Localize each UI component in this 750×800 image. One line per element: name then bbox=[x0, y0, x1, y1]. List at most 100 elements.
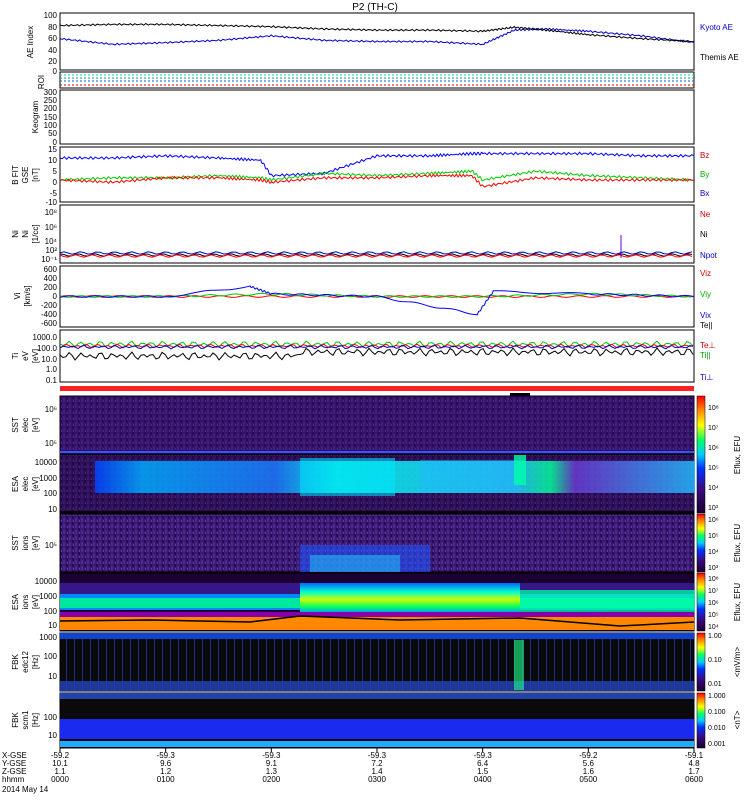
cbar-label: Eflux, EFU bbox=[733, 436, 742, 474]
sst-ion-ylabel-1: SST bbox=[11, 535, 20, 551]
fbk-scm-ylabel-2: scm1 bbox=[21, 710, 30, 730]
velocity-ylabel-2: [km/s] bbox=[23, 285, 32, 306]
bfield-panel: B FIT GSE [nT] 15 10 5 0 -5 -10 Bz By Bx bbox=[11, 145, 709, 207]
x-tick-label: 0500 bbox=[579, 775, 597, 784]
cbar-tick: 10³ bbox=[708, 565, 719, 572]
cbar-tick: 10⁵ bbox=[708, 533, 719, 540]
esa-elec-ylabel-2: elec bbox=[21, 477, 30, 492]
sst-elec-ylabel-1: SST bbox=[11, 417, 20, 433]
density-ylabel-2: Ni bbox=[21, 230, 30, 238]
keogram-panel: Keogram 300 250 200 150 100 50 0 bbox=[31, 88, 695, 147]
keogram-ytick: 200 bbox=[44, 104, 58, 113]
fbk-edc-panel: FBK edc12 [Hz] 1000 100 10 bbox=[11, 632, 695, 692]
velocity-legend-viz: Viz bbox=[700, 269, 711, 278]
cbar-label: Eflux, EFU bbox=[733, 524, 742, 562]
temp-legend-tiperp: Ti⊥ bbox=[700, 373, 713, 382]
density-legend-ne: Ne bbox=[700, 210, 711, 219]
cbar-tick: 10⁶ bbox=[708, 600, 719, 607]
cbar-tick: 10⁷ bbox=[708, 425, 719, 432]
velocity-ylabel-1: Vi bbox=[13, 292, 22, 299]
esa-elec-ytick: 10000 bbox=[35, 458, 58, 467]
cbar-tick: 10⁴ bbox=[708, 485, 719, 492]
sst-elec-panel: SST elec [eV] 10⁶ 10⁵ bbox=[11, 395, 695, 455]
fbk-edc-ylabel-2: edc12 bbox=[21, 651, 30, 673]
temp-ytick: 1000.0 bbox=[33, 333, 58, 342]
sst-ion-ylabel-3: [eV] bbox=[31, 536, 40, 550]
bfield-ytick: 10 bbox=[48, 156, 57, 165]
bfield-ytick: 15 bbox=[48, 145, 57, 154]
esa-ion-ytick: 1000 bbox=[39, 592, 57, 601]
esa-ion-ylabel-1: ESA bbox=[11, 593, 20, 610]
cbar-tick: 10⁴ bbox=[708, 549, 719, 556]
x-row-label: hhmm bbox=[2, 775, 25, 784]
bfield-ylabel-2: GSE bbox=[21, 167, 30, 184]
temp-ylabel-2: eV bbox=[21, 350, 30, 360]
keogram-ylabel: Keogram bbox=[31, 100, 40, 133]
fbk-edc-ylabel-1: FBK bbox=[11, 654, 20, 670]
fbk-scm-ylabel-3: [Hz] bbox=[31, 713, 40, 727]
ae-legend-themis: Themis AE bbox=[700, 53, 739, 62]
ae-ylabel: AE Index bbox=[26, 26, 35, 58]
density-ytick: 10⁶ bbox=[45, 223, 57, 232]
esa-elec-ylabel-1: ESA bbox=[11, 475, 20, 492]
ae-ytick: 100 bbox=[44, 11, 58, 20]
density-ylabel-3: [1/cc] bbox=[31, 224, 40, 243]
colorbar-scm: 1.000 0.100 0.010 0.001 <nT> bbox=[696, 692, 742, 749]
x-date-label: 2014 May 14 bbox=[2, 785, 49, 794]
cbar-tick: 0.01 bbox=[708, 681, 722, 688]
ae-ytick: 20 bbox=[48, 57, 57, 66]
bfield-legend-bx: Bx bbox=[700, 189, 709, 198]
sst-elec-ylabel-2: elec bbox=[21, 418, 30, 433]
velocity-legend-vix: Vix bbox=[700, 311, 711, 320]
bfield-ylabel-3: [nT] bbox=[31, 168, 40, 182]
bfield-ytick: 5 bbox=[53, 167, 58, 176]
cbar-tick: 10⁵ bbox=[708, 465, 719, 472]
sst-elec-ylabel-3: [eV] bbox=[31, 418, 40, 432]
cbar-tick: 10⁴ bbox=[708, 624, 719, 631]
esa-elec-ytick: 1000 bbox=[39, 474, 57, 483]
bfield-legend-bz: Bz bbox=[700, 151, 709, 160]
density-ytick: 10⁴ bbox=[45, 237, 58, 246]
velocity-ytick: 400 bbox=[44, 274, 58, 283]
temp-ytick: 0.1 bbox=[46, 376, 58, 385]
esa-elec-ytick: 10 bbox=[48, 505, 57, 514]
cbar-tick: 10⁸ bbox=[708, 405, 719, 412]
colorbar-eflux-top: 10⁸ 10⁷ 10⁶ 10⁵ 10⁴ 10³ Eflux, EFU bbox=[696, 395, 742, 514]
x-tick-label: 0100 bbox=[157, 775, 175, 784]
bfield-ytick: -10 bbox=[45, 198, 57, 207]
ae-legend-kyoto: Kyoto AE bbox=[700, 23, 733, 32]
ae-ytick-labels: 100 80 60 40 20 0 bbox=[44, 11, 58, 76]
sst-ion-ytick: 10⁵ bbox=[45, 541, 57, 550]
fbk-edc-ytick: 10 bbox=[48, 672, 57, 681]
esa-ion-panel: ESA ions [eV] 10000 1000 100 10 bbox=[11, 572, 695, 632]
density-panel: Ni Ni [1/cc] 10⁸ 10⁶ 10⁴ 10² 10⁻¹ Ne Ni … bbox=[11, 204, 718, 264]
temperature-panel: Ti eV [eV] 1000.0 100.0 10.0 1.0 0.1 Te|… bbox=[11, 321, 715, 385]
x-tick-label: 0300 bbox=[368, 775, 386, 784]
cbar-tick: 10⁶ bbox=[708, 445, 719, 452]
velocity-ytick: -600 bbox=[41, 319, 58, 328]
bfield-legend-by: By bbox=[700, 170, 709, 179]
density-legend-npot: Npot bbox=[700, 251, 718, 260]
roi-panel: ROI bbox=[37, 71, 695, 89]
temp-legend-tepar: Te|| bbox=[700, 321, 713, 330]
bfield-ylabel-1: B FIT bbox=[11, 165, 20, 185]
colorbar-eflux-sst: 10⁶ 10⁵ 10⁴ 10³ Eflux, EFU bbox=[696, 513, 742, 573]
fbk-scm-ytick: 100 bbox=[44, 713, 58, 722]
x-tick-label: 0200 bbox=[262, 775, 280, 784]
esa-ion-ytick: 100 bbox=[44, 607, 58, 616]
plot-title: P2 (TH-C) bbox=[352, 2, 398, 13]
fbk-edc-ylabel-3: [Hz] bbox=[31, 655, 40, 669]
esa-ion-ytick: 10 bbox=[48, 621, 57, 630]
ae-ytick: 40 bbox=[48, 46, 57, 55]
density-ytick: 10² bbox=[45, 246, 57, 255]
temp-legend-teperp: Te⊥ bbox=[700, 341, 715, 350]
ae-panel: AE Index 100 80 60 40 20 0 Kyoto AE Them… bbox=[26, 11, 739, 76]
fbk-edc-ytick: 1000 bbox=[39, 633, 57, 642]
roi-ylabel: ROI bbox=[37, 75, 46, 89]
ae-ytick: 0 bbox=[53, 67, 58, 76]
cbar-tick: 10³ bbox=[708, 505, 719, 512]
summary-plot: P2 (TH-C) AE Index 100 80 60 40 20 0 Kyo… bbox=[2, 2, 742, 794]
velocity-ytick: -400 bbox=[41, 310, 58, 319]
fbk-scm-ylabel-1: FBK bbox=[11, 712, 20, 728]
cbar-tick: 0.001 bbox=[708, 741, 726, 748]
